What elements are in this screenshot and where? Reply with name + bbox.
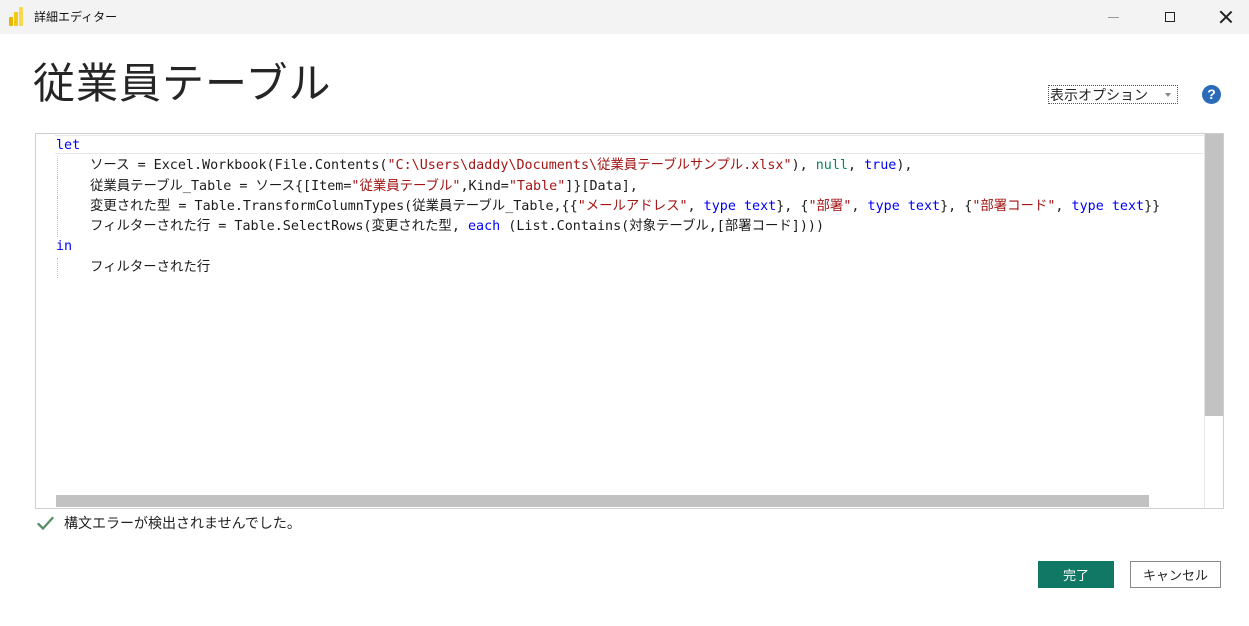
query-title: 従業員テーブル bbox=[33, 59, 332, 108]
code-token: フィルターされた行 bbox=[90, 259, 211, 275]
code-token: text bbox=[743, 198, 777, 214]
code-token: "部署" bbox=[808, 198, 852, 214]
code-token: }, { bbox=[776, 198, 809, 214]
code-token: (List.Contains(対象テーブル,[部署コード]))) bbox=[500, 219, 825, 235]
code-token: each bbox=[467, 219, 501, 235]
code-line[interactable]: let bbox=[56, 136, 1203, 156]
code-token: }, { bbox=[940, 198, 973, 214]
code-line[interactable]: フィルターされた行 = Table.SelectRows(変更された型, eac… bbox=[56, 217, 1203, 238]
indent-guide bbox=[57, 196, 58, 218]
status-message: 構文エラーが検出されませんでした。 bbox=[64, 516, 301, 532]
code-token: in bbox=[56, 239, 73, 255]
indent-guide bbox=[57, 176, 58, 197]
vertical-scrollbar[interactable] bbox=[1205, 134, 1223, 508]
horizontal-scrollbar-thumb[interactable] bbox=[56, 495, 1149, 507]
code-line[interactable]: ソース = Excel.Workbook(File.Contents("C:\U… bbox=[56, 156, 1203, 177]
code-line[interactable]: in bbox=[56, 237, 1203, 257]
code-line[interactable]: 従業員テーブル_Table = ソース{[Item="従業員テーブル",Kind… bbox=[56, 176, 1203, 197]
code-token: text bbox=[907, 198, 941, 214]
title-bar: 詳細エディター bbox=[0, 0, 1249, 34]
code-token: "部署コード" bbox=[972, 198, 1056, 214]
code-line[interactable]: 変更された型 = Table.TransformColumnTypes(従業員テ… bbox=[56, 196, 1203, 218]
close-icon bbox=[1219, 10, 1233, 24]
code-token: type bbox=[867, 198, 900, 214]
help-icon[interactable]: ? bbox=[1202, 85, 1221, 104]
code-token: ,Kind= bbox=[460, 178, 509, 194]
code-token: フィルターされた行 = Table.SelectRows(変更された型, bbox=[90, 219, 468, 235]
code-token: 従業員テーブル_Table = ソース{[Item= bbox=[90, 178, 352, 194]
code-token: text bbox=[1111, 198, 1145, 214]
code-token: ), bbox=[791, 158, 816, 174]
code-token: ), bbox=[896, 158, 913, 174]
code-token: 変更された型 = Table.TransformColumnTypes(従業員テ… bbox=[90, 198, 578, 214]
maximize-icon bbox=[1165, 12, 1175, 22]
code-token: , bbox=[687, 198, 704, 214]
indent-guide bbox=[57, 257, 58, 279]
advanced-editor-window: 詳細エディター 従業員テーブル 表示オプション ? let ソース = Excel… bbox=[0, 0, 1249, 626]
power-bi-icon bbox=[9, 7, 23, 26]
code-token: null bbox=[815, 158, 848, 174]
code-editor[interactable]: let ソース = Excel.Workbook(File.Contents("C… bbox=[35, 133, 1224, 509]
code-token: "メールアドレス" bbox=[577, 198, 688, 214]
code-token: true bbox=[864, 158, 897, 174]
indent-guide bbox=[57, 156, 58, 177]
code-token: type bbox=[1071, 198, 1104, 214]
code-token: "Table" bbox=[508, 178, 566, 194]
code-token: "従業員テーブル" bbox=[351, 178, 461, 194]
code-token: , bbox=[851, 198, 868, 214]
vertical-scrollbar-thumb[interactable] bbox=[1205, 134, 1223, 416]
close-button[interactable] bbox=[1203, 0, 1249, 34]
scrollbar-divider bbox=[1204, 134, 1205, 508]
display-options-label: 表示オプション bbox=[1050, 88, 1148, 104]
maximize-button[interactable] bbox=[1147, 0, 1193, 34]
code-line[interactable]: フィルターされた行 bbox=[56, 257, 1203, 279]
code-token: ソース = Excel.Workbook(File.Contents( bbox=[90, 158, 388, 174]
code-token: "C:\Users\daddy\Documents\従業員テーブルサンプル.xl… bbox=[387, 158, 792, 174]
syntax-status: 構文エラーが検出されませんでした。 bbox=[37, 513, 301, 533]
minimize-button[interactable] bbox=[1090, 0, 1136, 34]
cancel-button[interactable]: キャンセル bbox=[1130, 561, 1221, 588]
code-token: , bbox=[1055, 198, 1072, 214]
chevron-down-icon bbox=[1165, 93, 1171, 97]
code-token: type bbox=[703, 198, 736, 214]
minimize-icon bbox=[1107, 16, 1119, 18]
indent-guide bbox=[57, 217, 58, 238]
code-token: }} bbox=[1144, 198, 1161, 214]
window-title: 詳細エディター bbox=[34, 10, 118, 24]
code-area[interactable]: let ソース = Excel.Workbook(File.Contents("C… bbox=[56, 136, 1203, 279]
code-token: ]}[Data], bbox=[565, 178, 638, 194]
done-button[interactable]: 完了 bbox=[1038, 561, 1114, 588]
check-icon bbox=[37, 516, 54, 530]
code-token: , bbox=[848, 158, 865, 174]
display-options-dropdown[interactable]: 表示オプション bbox=[1048, 85, 1178, 104]
code-token: let bbox=[56, 138, 81, 153]
